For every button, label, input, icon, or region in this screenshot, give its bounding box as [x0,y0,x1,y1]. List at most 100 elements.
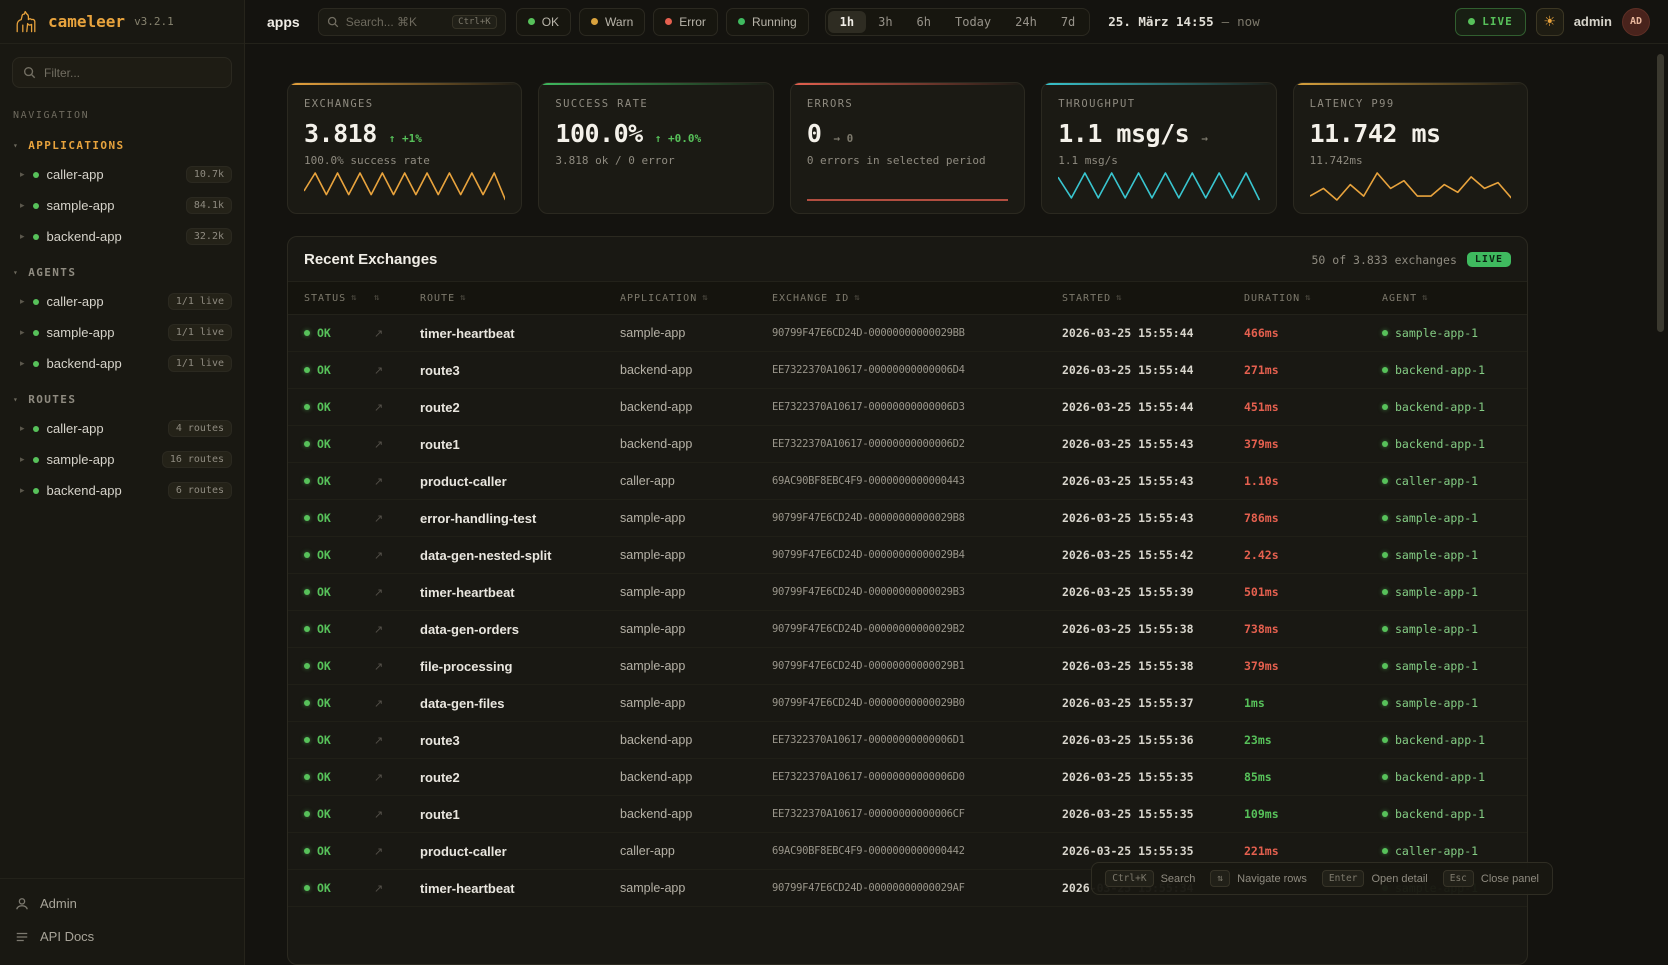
theme-toggle-button[interactable]: ☀ [1536,8,1564,36]
stat-card-errors[interactable]: ERRORS0→ 00 errors in selected period [790,82,1025,214]
sidebar-item-caller-app[interactable]: ▸caller-app4 routes [0,413,244,444]
range-7d[interactable]: 7d [1049,11,1087,33]
search-input[interactable] [346,15,445,29]
open-exchange-icon[interactable]: ↗ [374,808,420,821]
column-header-exchange-id[interactable]: EXCHANGE ID⇅ [772,293,1062,304]
section-header-routes[interactable]: ▾ROUTES [0,379,244,413]
sidebar-item-caller-app[interactable]: ▸caller-app1/1 live [0,286,244,317]
table-row[interactable]: OK↗data-gen-orderssample-app90799F47E6CD… [288,611,1527,648]
filter-chip-error[interactable]: Error [653,8,718,36]
time-range-control: 1h3h6hToday24h7d [825,8,1091,36]
open-exchange-icon[interactable]: ↗ [374,549,420,562]
sidebar-item-admin[interactable]: Admin [0,887,244,920]
application-cell: sample-app [620,659,772,673]
range-3h[interactable]: 3h [866,11,904,33]
open-exchange-icon[interactable]: ↗ [374,475,420,488]
table-row[interactable]: OK↗route1backend-appEE7322370A10617-0000… [288,796,1527,833]
status-label: OK [317,881,331,895]
column-header-expand[interactable]: ⇅ [374,293,420,303]
open-exchange-icon[interactable]: ↗ [374,586,420,599]
section-header-applications[interactable]: ▾APPLICATIONS [0,125,244,159]
hint-search: Ctrl+KSearch [1105,870,1195,887]
section-label: APPLICATIONS [28,139,124,152]
sidebar-item-backend-app[interactable]: ▸backend-app32.2k [0,221,244,252]
stat-card-exchanges[interactable]: EXCHANGES3.818↑ +1%100.0% success rate [287,82,522,214]
column-header-route[interactable]: ROUTE⇅ [420,293,620,304]
nav-sections: ▾APPLICATIONS▸caller-app10.7k▸sample-app… [0,125,244,506]
open-exchange-icon[interactable]: ↗ [374,882,420,895]
filter-chip-ok[interactable]: OK [516,8,571,36]
application-cell: sample-app [620,326,772,340]
table-row[interactable]: OK↗data-gen-filessample-app90799F47E6CD2… [288,685,1527,722]
filter-chip-running[interactable]: Running [726,8,809,36]
table-row[interactable]: OK↗route3backend-appEE7322370A10617-0000… [288,722,1527,759]
sidebar-item-sample-app[interactable]: ▸sample-app84.1k [0,190,244,221]
sidebar-item-backend-app[interactable]: ▸backend-app6 routes [0,475,244,506]
sidebar-item-caller-app[interactable]: ▸caller-app10.7k [0,159,244,190]
table-title: Recent Exchanges [304,251,437,268]
table-row[interactable]: OK↗route2backend-appEE7322370A10617-0000… [288,759,1527,796]
range-today[interactable]: Today [943,11,1003,33]
open-exchange-icon[interactable]: ↗ [374,845,420,858]
open-exchange-icon[interactable]: ↗ [374,697,420,710]
section-header-agents[interactable]: ▾AGENTS [0,252,244,286]
table-row[interactable]: OK↗error-handling-testsample-app90799F47… [288,500,1527,537]
status-cell: OK [304,326,374,340]
status-cell: OK [304,548,374,562]
avatar[interactable]: AD [1622,8,1650,36]
duration-cell: 2.42s [1244,548,1382,562]
sidebar-item-backend-app[interactable]: ▸backend-app1/1 live [0,348,244,379]
global-search[interactable]: Ctrl+K [318,8,506,36]
sidebar-item-badge: 4 routes [168,420,232,437]
table-row[interactable]: OK↗route3backend-appEE7322370A10617-0000… [288,352,1527,389]
column-header-status[interactable]: STATUS⇅ [304,293,374,304]
sidebar-item-sample-app[interactable]: ▸sample-app1/1 live [0,317,244,348]
sidebar-item-api-docs[interactable]: API Docs [0,920,244,953]
range-1h[interactable]: 1h [828,11,866,33]
open-exchange-icon[interactable]: ↗ [374,512,420,525]
table-meta: 50 of 3.833 exchanges LIVE [1312,252,1512,267]
table-row[interactable]: OK↗timer-heartbeatsample-app90799F47E6CD… [288,574,1527,611]
table-row[interactable]: OK↗route1backend-appEE7322370A10617-0000… [288,426,1527,463]
table-row[interactable]: OK↗timer-heartbeatsample-app90799F47E6CD… [288,315,1527,352]
duration-cell: 451ms [1244,400,1382,414]
application-cell: sample-app [620,622,772,636]
range-24h[interactable]: 24h [1003,11,1049,33]
open-exchange-icon[interactable]: ↗ [374,623,420,636]
column-header-application[interactable]: APPLICATION⇅ [620,293,772,304]
open-exchange-icon[interactable]: ↗ [374,660,420,673]
exchange-id-cell: 90799F47E6CD24D-00000000000029B3 [772,586,1062,598]
ok-dot-icon [304,848,310,854]
date-range[interactable]: 25. März 14:55 — now [1108,14,1259,29]
column-header-started[interactable]: STARTED⇅ [1062,293,1244,304]
table-row[interactable]: OK↗data-gen-nested-splitsample-app90799F… [288,537,1527,574]
open-exchange-icon[interactable]: ↗ [374,401,420,414]
status-cell: OK [304,585,374,599]
open-exchange-icon[interactable]: ↗ [374,364,420,377]
table-row[interactable]: OK↗file-processingsample-app90799F47E6CD… [288,648,1527,685]
status-label: OK [317,437,331,451]
agent-dot-icon [1382,848,1388,854]
live-toggle[interactable]: LIVE [1455,8,1526,36]
app-title: cameleer [48,12,125,31]
open-exchange-icon[interactable]: ↗ [374,771,420,784]
stat-card-success-rate[interactable]: SUCCESS RATE100.0%↑ +0.0%3.818 ok / 0 er… [538,82,773,214]
open-exchange-icon[interactable]: ↗ [374,327,420,340]
table-row[interactable]: OK↗route2backend-appEE7322370A10617-0000… [288,389,1527,426]
application-cell: backend-app [620,400,772,414]
agent-cell: backend-app-1 [1382,400,1527,414]
sidebar-item-sample-app[interactable]: ▸sample-app16 routes [0,444,244,475]
open-exchange-icon[interactable]: ↗ [374,438,420,451]
column-header-duration[interactable]: DURATION⇅ [1244,293,1382,304]
filter-chip-warn[interactable]: Warn [579,8,645,36]
range-6h[interactable]: 6h [905,11,943,33]
filter-input[interactable] [44,66,221,80]
column-header-agent[interactable]: AGENT⇅ [1382,293,1527,304]
table-row[interactable]: OK↗product-callercaller-app69AC90BF8EBC4… [288,463,1527,500]
application-cell: sample-app [620,881,772,895]
sidebar-filter[interactable] [12,57,232,88]
scrollbar-thumb[interactable] [1657,54,1664,332]
stat-card-latency-p99[interactable]: LATENCY P9911.742 ms11.742ms [1293,82,1528,214]
stat-card-throughput[interactable]: THROUGHPUT1.1 msg/s→1.1 msg/s [1041,82,1276,214]
open-exchange-icon[interactable]: ↗ [374,734,420,747]
